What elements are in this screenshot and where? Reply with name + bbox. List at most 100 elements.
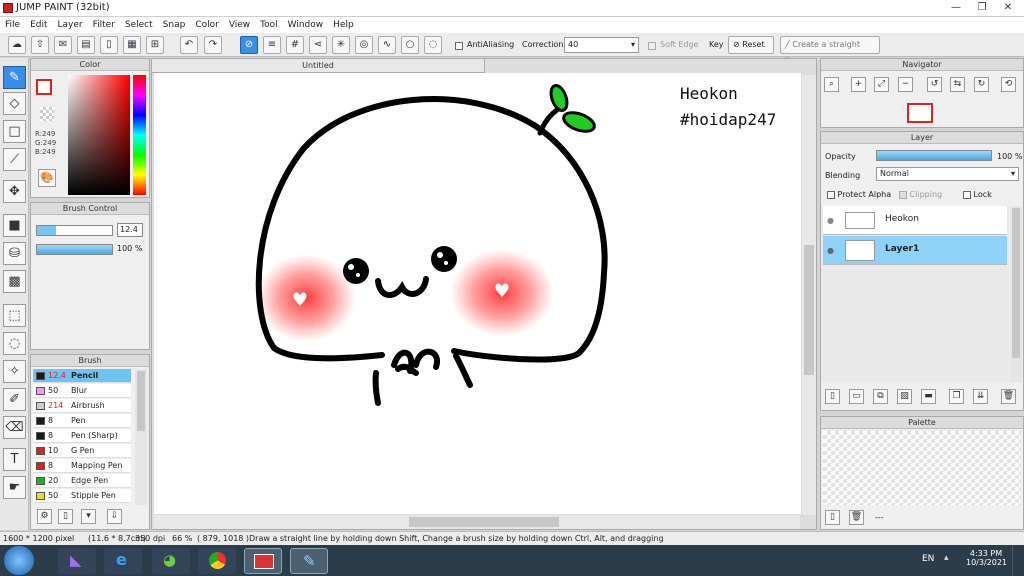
brush-list-scrollbar[interactable]: [135, 369, 147, 505]
gradient-tool-icon[interactable]: ▩: [3, 270, 26, 293]
cloud-icon[interactable]: ☁: [8, 36, 26, 54]
menu-edit[interactable]: Edit: [25, 17, 52, 33]
zoom-in-icon[interactable]: +: [851, 77, 866, 92]
zoom-out-icon[interactable]: −: [898, 77, 913, 92]
parallel-lines-icon[interactable]: ≡: [263, 36, 281, 54]
brush-item[interactable]: 20 Edge Pen: [33, 474, 131, 488]
new-layer-icon[interactable]: ▯: [825, 389, 840, 404]
visibility-icon[interactable]: ●: [827, 246, 834, 255]
lock-checkbox[interactable]: Lock: [963, 190, 992, 199]
bucket-tool-icon[interactable]: ⛁: [3, 242, 26, 265]
paint-app-icon[interactable]: ✎: [290, 548, 328, 574]
brush-item[interactable]: 50 Stipple Pen: [33, 489, 131, 503]
layer-opacity-slider[interactable]: [876, 150, 992, 161]
visibility-icon[interactable]: ●: [827, 216, 834, 225]
undo-icon[interactable]: ↶: [180, 36, 198, 54]
zoom-magnifier-icon[interactable]: ⌕: [824, 77, 839, 92]
magic-wand-tool-icon[interactable]: ✧: [3, 360, 26, 383]
coccoc-browser-icon[interactable]: ◕: [152, 548, 190, 574]
menu-tool[interactable]: Tool: [255, 17, 282, 33]
straight-line-button[interactable]: ╱ Create a straight line: [780, 36, 880, 65]
merge-layer-icon[interactable]: ⇊: [973, 389, 988, 404]
brush-export-icon[interactable]: ⇩: [107, 509, 122, 524]
hand-tool-icon[interactable]: ☛: [3, 476, 26, 499]
brush-opacity-slider[interactable]: [36, 244, 113, 255]
brush-item[interactable]: 8 Mapping Pen: [33, 459, 131, 473]
layer-list-scrollbar[interactable]: [1010, 206, 1022, 382]
correction-select[interactable]: 40 ▾: [564, 37, 639, 53]
maximize-button[interactable]: ❐: [970, 0, 994, 17]
layer-row[interactable]: ● Heokon: [823, 206, 1007, 235]
move-tool-icon[interactable]: ✥: [3, 180, 26, 203]
circle-icon[interactable]: ○: [401, 36, 419, 54]
folder-icon[interactable]: ▬: [921, 389, 936, 404]
menu-help[interactable]: Help: [328, 17, 359, 33]
curve-icon[interactable]: ∿: [378, 36, 396, 54]
new-brush-icon[interactable]: ▯: [58, 509, 73, 524]
foreground-color-swatch[interactable]: [36, 79, 52, 95]
brush-item[interactable]: 8 Pen: [33, 414, 131, 428]
menu-snap[interactable]: Snap: [158, 17, 191, 33]
duplicate-layer-icon[interactable]: ⧉: [873, 389, 888, 404]
pencil-tool-icon[interactable]: ✎: [3, 66, 26, 89]
blending-select[interactable]: Normal ▾: [876, 167, 1019, 181]
clipping-checkbox[interactable]: Clipping: [899, 190, 942, 199]
brush-menu-icon[interactable]: ▾: [81, 509, 96, 524]
comment-icon[interactable]: ✉: [54, 36, 72, 54]
menu-window[interactable]: Window: [283, 17, 329, 33]
select-pen-tool-icon[interactable]: ✐: [3, 388, 26, 411]
palette-more[interactable]: ---: [875, 513, 884, 522]
transparent-swatch[interactable]: [40, 107, 54, 121]
fit-window-icon[interactable]: ⤢: [874, 77, 889, 92]
flip-icon[interactable]: ⇆: [950, 77, 965, 92]
panel-icon[interactable]: ▤: [77, 36, 95, 54]
menu-filter[interactable]: Filter: [88, 17, 120, 33]
rect-select-tool-icon[interactable]: ⬚: [3, 304, 26, 327]
start-button[interactable]: [4, 546, 34, 575]
radial-icon[interactable]: ✳: [332, 36, 350, 54]
snap-off-icon[interactable]: ⊘: [240, 36, 258, 54]
copy-layer-icon[interactable]: ❐: [949, 389, 964, 404]
language-indicator[interactable]: EN: [922, 554, 934, 564]
brush-size-slider[interactable]: [36, 225, 113, 236]
eraser-tool-icon[interactable]: ◇: [3, 92, 26, 115]
canvas-horizontal-scrollbar[interactable]: [154, 515, 800, 529]
trash-icon[interactable]: 🗑: [1001, 389, 1016, 404]
upload-icon[interactable]: ⇧: [31, 36, 49, 54]
menu-layer[interactable]: Layer: [53, 17, 88, 33]
rotate-right-icon[interactable]: ↻: [974, 77, 989, 92]
saturation-value-picker[interactable]: [68, 75, 130, 195]
new-palette-color-icon[interactable]: ▯: [825, 510, 840, 525]
lasso-tool-icon[interactable]: ◌: [3, 332, 26, 355]
protect-alpha-checkbox[interactable]: Protect Alpha: [827, 190, 891, 199]
drawing-canvas[interactable]: Heokon #hoidap247: [154, 73, 801, 514]
ellipse-icon[interactable]: ◌: [424, 36, 442, 54]
brush-item[interactable]: 8 Pen (Sharp): [33, 429, 131, 443]
new-vector-layer-icon[interactable]: ▭: [849, 389, 864, 404]
select-eraser-tool-icon[interactable]: ⌫: [3, 416, 26, 439]
rotate-left-icon[interactable]: ↺: [927, 77, 942, 92]
fill-rect-tool-icon[interactable]: ■: [3, 214, 26, 237]
chrome-icon[interactable]: [198, 548, 236, 574]
tone-layer-icon[interactable]: ▧: [897, 389, 912, 404]
palette-icon[interactable]: 🎨: [38, 169, 56, 187]
close-button[interactable]: ✕: [996, 0, 1020, 17]
line-tool-icon[interactable]: ⟋: [3, 148, 26, 171]
menu-file[interactable]: File: [0, 17, 25, 33]
menu-select[interactable]: Select: [120, 17, 158, 33]
grid-icon[interactable]: ⊞: [146, 36, 164, 54]
rectangle-tool-icon[interactable]: □: [3, 120, 26, 143]
palette-swatches[interactable]: [823, 431, 1021, 505]
brush-item[interactable]: 10 G Pen: [33, 444, 131, 458]
grid-snap-icon[interactable]: #: [286, 36, 304, 54]
sheet-icon[interactable]: ▦: [123, 36, 141, 54]
perspective-icon[interactable]: ⋖: [309, 36, 327, 54]
brush-item[interactable]: 214 Airbrush: [33, 399, 131, 413]
antialiasing-checkbox[interactable]: [455, 41, 463, 51]
navigator-thumbnail[interactable]: [907, 103, 933, 123]
hue-slider[interactable]: [133, 75, 146, 195]
canvas-vertical-scrollbar[interactable]: [802, 75, 816, 515]
document-icon[interactable]: ▯: [100, 36, 118, 54]
document-tab[interactable]: Untitled: [152, 59, 485, 73]
brush-size-value[interactable]: 12.4: [117, 223, 143, 237]
